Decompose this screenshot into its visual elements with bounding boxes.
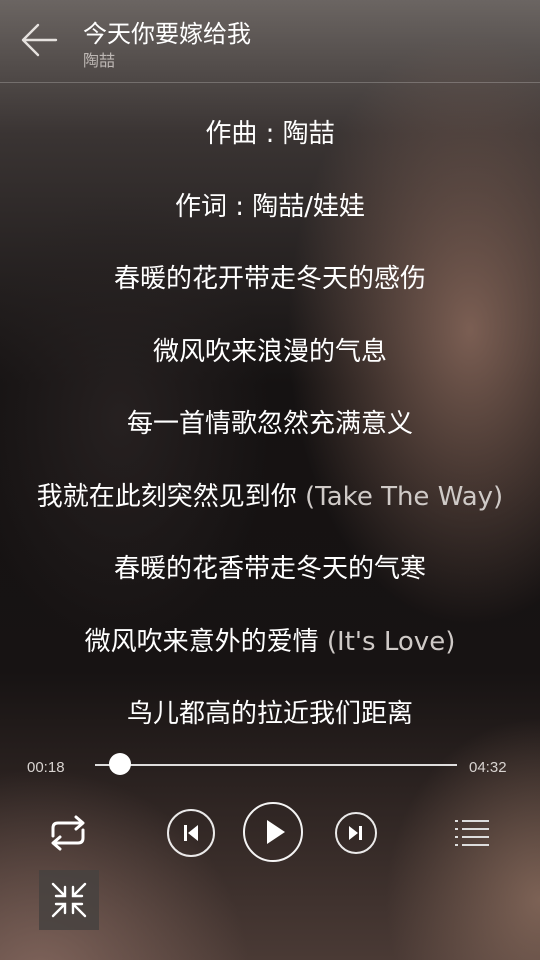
lyric-line: 春暖的花香带走冬天的气寒 bbox=[113, 554, 426, 584]
current-time: 00:18 bbox=[27, 759, 65, 776]
next-button[interactable] bbox=[335, 812, 377, 854]
total-time: 04:32 bbox=[469, 759, 507, 776]
artist-name: 陶喆 bbox=[83, 51, 116, 70]
repeat-button[interactable] bbox=[44, 812, 92, 854]
lyric-line: 微风吹来浪漫的气息 bbox=[152, 336, 387, 367]
top-bar: 今天你要嫁给我 陶喆 bbox=[0, 0, 540, 83]
collapse-button[interactable] bbox=[39, 870, 99, 930]
play-icon bbox=[267, 820, 285, 844]
previous-button[interactable] bbox=[167, 809, 215, 857]
play-button[interactable] bbox=[243, 802, 303, 862]
previous-icon bbox=[184, 825, 198, 841]
lyric-line: 春暖的花开带走冬天的感伤 bbox=[113, 264, 426, 294]
lyric-line: 每一首情歌忽然充满意义 bbox=[126, 409, 413, 439]
progress-thumb[interactable] bbox=[109, 753, 131, 775]
lyric-line: 我就在此刻突然见到你 (Take The Way) bbox=[36, 481, 504, 512]
back-button[interactable] bbox=[18, 20, 62, 60]
progress-track[interactable] bbox=[95, 764, 457, 766]
lyric-line: 微风吹来意外的爱情 (It's Love) bbox=[84, 626, 456, 657]
lyric-line: 作曲 : 陶喆 bbox=[205, 119, 335, 149]
playlist-button[interactable] bbox=[452, 814, 492, 852]
playlist-icon bbox=[455, 820, 489, 846]
arrow-left-icon bbox=[21, 23, 58, 57]
lyrics-view[interactable]: 作曲 : 陶喆 作词 : 陶喆/娃娃 春暖的花开带走冬天的感伤 微风吹来浪漫的气… bbox=[0, 98, 540, 751]
repeat-icon bbox=[51, 815, 85, 851]
collapse-icon bbox=[51, 882, 87, 918]
song-title: 今天你要嫁给我 bbox=[83, 20, 251, 48]
lyric-line: 鸟儿都高的拉近我们距离 bbox=[126, 699, 413, 729]
lyric-line: 作词 : 陶喆/娃娃 bbox=[174, 191, 366, 222]
next-icon bbox=[349, 826, 362, 840]
